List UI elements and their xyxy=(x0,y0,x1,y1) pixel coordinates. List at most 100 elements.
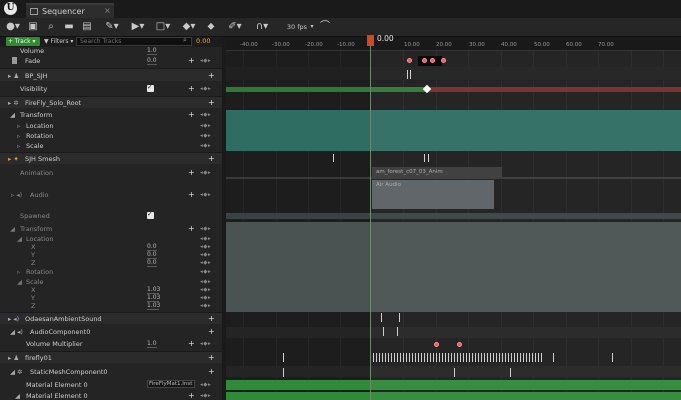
expand-icon[interactable]: ◢ xyxy=(10,111,15,119)
keyframe[interactable] xyxy=(441,58,446,63)
key-nav-icon[interactable]: ◂◆▸ xyxy=(200,244,211,250)
expand-icon[interactable]: ▹ xyxy=(17,268,20,276)
playhead-handle[interactable] xyxy=(367,35,374,46)
add-key-button[interactable]: + xyxy=(188,225,195,233)
track-row-audio[interactable]: ▹ ◂) Audio + ◂◆▸ xyxy=(0,189,222,200)
key-nav-icon[interactable]: ◂◆▸ xyxy=(200,226,211,232)
add-track-button[interactable]: + xyxy=(208,328,215,336)
key-nav-icon[interactable]: ◂◆▸ xyxy=(200,295,211,301)
add-track-button[interactable]: + Track ▾ xyxy=(6,37,40,46)
playhead-line[interactable] xyxy=(370,37,371,400)
search-icon[interactable]: ⌕ xyxy=(45,20,57,34)
filters-button[interactable]: ▼ Filters ▾ xyxy=(44,37,73,46)
add-key-button[interactable]: + xyxy=(188,85,195,93)
add-key-button[interactable]: + xyxy=(188,392,195,400)
track-row-animation[interactable]: Animation + ◂◆▸ xyxy=(0,167,222,178)
track-row-firefly01[interactable]: ▸ ♟ firefly01 + xyxy=(0,351,222,363)
track-row-material-element-0b[interactable]: ◢ Material Element 0 + ◂◆▸ xyxy=(0,392,222,400)
key-nav-icon[interactable]: ◂◆▸ xyxy=(200,123,211,129)
track-row-transform-dim[interactable]: ◢ Transform + ◂◆▸ xyxy=(0,224,222,234)
search-tracks-input[interactable] xyxy=(76,37,192,46)
expand-icon[interactable]: ◢ xyxy=(10,225,15,233)
key-nav-icon[interactable]: ◂◆▸ xyxy=(200,287,211,293)
value-field[interactable]: 1.0 xyxy=(147,47,157,55)
track-row-audio-component[interactable]: ◢ ◂) AudioComponent0 + xyxy=(0,326,222,337)
track-row-visibility[interactable]: Visibility + ◂◆▸ xyxy=(0,83,222,94)
value-field[interactable]: 1.03 xyxy=(147,286,160,294)
track-row-scale-y[interactable]: Y 1.03 ◂◆▸ xyxy=(0,294,222,302)
key-nav-icon[interactable]: ◂◆▸ xyxy=(200,382,211,388)
track-row-volume[interactable]: Volume 1.0 xyxy=(0,47,222,55)
track-row-spawned[interactable]: Spawned xyxy=(0,210,222,221)
track-row-scale[interactable]: ▹ Scale ◂◆▸ xyxy=(0,141,222,151)
key-nav-icon[interactable]: ◂◆▸ xyxy=(200,192,211,198)
key-nav-icon[interactable]: ◂◆▸ xyxy=(200,170,211,176)
add-track-button[interactable]: + xyxy=(208,99,215,107)
wrench-icon[interactable]: ✎▾ xyxy=(101,20,123,34)
material-select[interactable]: FireFlyMat1.Inst ▾ xyxy=(147,380,195,388)
clapper-icon[interactable]: ▤ xyxy=(81,20,93,34)
track-row-rotation-dim[interactable]: ▹ Rotation ◂◆▸ xyxy=(0,267,222,277)
play-icon[interactable]: ▶▾ xyxy=(129,20,147,34)
current-time-display[interactable]: 0.00 xyxy=(196,37,210,46)
square-icon[interactable]: □▾ xyxy=(153,20,173,34)
track-row-rotation[interactable]: ▹ Rotation ◂◆▸ xyxy=(0,131,222,141)
spawned-checkbox[interactable] xyxy=(147,210,154,219)
track-row-material-element-0[interactable]: Material Element 0 FireFlyMat1.Inst ▾ ◂◆… xyxy=(0,380,222,390)
tab-sequencer[interactable]: Sequencer × xyxy=(26,3,114,18)
add-key-button[interactable]: + xyxy=(188,340,195,348)
save-icon[interactable]: ▣ xyxy=(27,20,39,34)
track-row-bp-sjh[interactable]: ▸ ♟ BP_SJH + xyxy=(0,68,222,81)
track-row-location-z[interactable]: Z 0.0 ◂◆▸ xyxy=(0,259,222,267)
fps-selector[interactable]: 30 fps xyxy=(283,20,311,34)
expand-icon[interactable]: ▹ xyxy=(17,132,20,140)
track-row-static-mesh-component[interactable]: ◢ ✲ StaticMeshComponent0 + xyxy=(0,366,222,377)
expand-icon[interactable]: ▹ xyxy=(17,142,20,150)
value-field[interactable]: 0.0 xyxy=(147,243,157,251)
track-row-fade[interactable]: Fade 0.0 + ◂◆▸ xyxy=(0,56,222,66)
curve-icon[interactable]: ⌒ xyxy=(318,20,332,34)
key-nav-icon[interactable]: ◂◆▸ xyxy=(200,252,211,258)
expand-icon[interactable]: ◢ xyxy=(15,392,20,400)
add-track-button[interactable]: + xyxy=(208,315,215,323)
world-icon[interactable]: ●▾ xyxy=(5,20,21,34)
key-nav-icon[interactable]: ◂◆▸ xyxy=(200,112,211,118)
visibility-checkbox[interactable] xyxy=(147,83,154,92)
key-nav-icon[interactable]: ◂◆▸ xyxy=(200,236,211,242)
value-field[interactable]: 0.0 xyxy=(147,259,157,267)
key-nav-icon[interactable]: ◂◆▸ xyxy=(200,341,211,347)
key-nav-icon[interactable]: ◂◆▸ xyxy=(200,143,211,149)
camera-icon[interactable]: ▬ xyxy=(63,20,75,34)
keyframe[interactable] xyxy=(407,58,412,63)
close-icon[interactable]: × xyxy=(104,6,111,15)
value-field[interactable]: 0.0 xyxy=(147,251,157,259)
keyframe[interactable] xyxy=(434,342,439,347)
track-row-scale-x[interactable]: X 1.03 ◂◆▸ xyxy=(0,286,222,294)
keyframe[interactable] xyxy=(457,342,462,347)
time-ruler[interactable]: -40.00 -30.00 -20.00 -10.00 10.00 20.00 … xyxy=(226,37,681,51)
track-row-sjh-smesh[interactable]: ▸ ✦ SJH Smesh + xyxy=(0,152,222,164)
key-nav-icon[interactable]: ◂◆▸ xyxy=(200,58,211,64)
track-row-scale-z[interactable]: Z 1.03 ◂◆▸ xyxy=(0,302,222,310)
add-key-button[interactable]: + xyxy=(188,111,195,119)
value-field[interactable]: 1.03 xyxy=(147,302,160,310)
add-track-button[interactable]: + xyxy=(208,368,215,376)
add-key-button[interactable]: + xyxy=(188,169,195,177)
value-field[interactable]: 0.0 xyxy=(147,57,157,65)
add-track-button[interactable]: + xyxy=(208,72,215,80)
value-field[interactable]: 1.0 xyxy=(147,340,157,348)
add-track-button[interactable]: + xyxy=(208,354,215,362)
dense-keyframes[interactable] xyxy=(370,353,544,362)
key-nav-icon[interactable]: ◂◆▸ xyxy=(200,303,211,309)
add-key-button[interactable]: + xyxy=(188,57,195,65)
chevron-down-icon[interactable]: ▾ xyxy=(309,20,315,34)
key-nav-icon[interactable]: ◂◆▸ xyxy=(200,260,211,266)
key-nav-icon[interactable]: ◂◆▸ xyxy=(200,393,211,399)
value-field[interactable]: 1.03 xyxy=(147,294,160,302)
keyframe[interactable] xyxy=(430,58,435,63)
track-row-location[interactable]: ▹ Location ◂◆▸ xyxy=(0,121,222,131)
expand-icon[interactable]: ▹ xyxy=(17,122,20,130)
track-row-odaesan-ambient-sound[interactable]: ▸ ◂) OdaesanAmbientSound + xyxy=(0,312,222,324)
add-key-button[interactable]: + xyxy=(188,191,195,199)
track-row-firefly-solo-root[interactable]: ▸ ✲ FireFly_Solo_Root + xyxy=(0,96,222,108)
